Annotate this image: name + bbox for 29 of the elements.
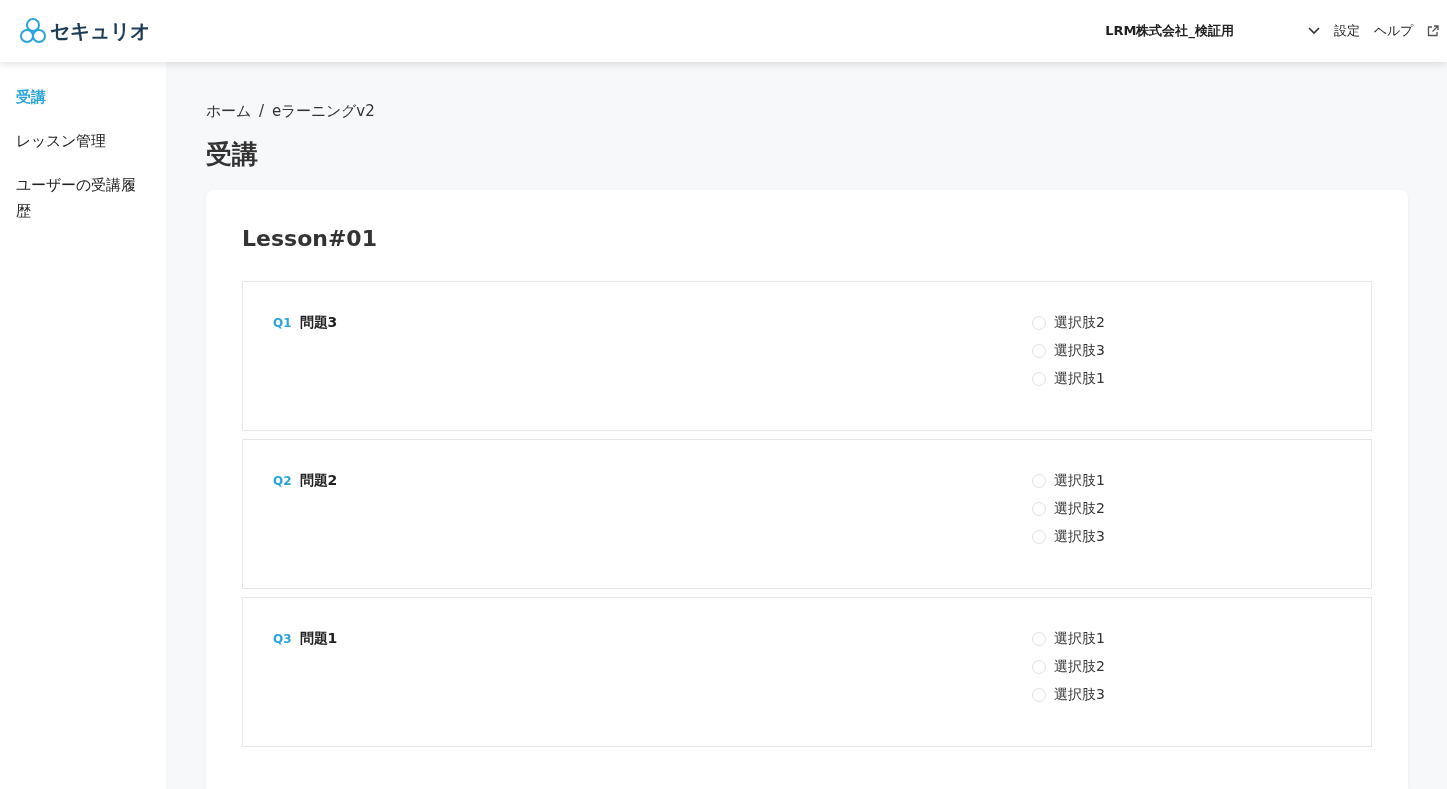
lesson-title: Lesson#01 [242,226,378,251]
option-label[interactable]: 選択肢3 [1054,342,1105,360]
external-link-icon[interactable] [1427,25,1439,37]
sidebar-item[interactable]: レッスン管理 [16,128,166,154]
question-number: Q2 [273,474,292,488]
sidebar-item[interactable]: ユーザーの受講履歴 [16,172,166,224]
question-text: 問題1 [299,630,338,648]
option-label[interactable]: 選択肢2 [1054,658,1105,676]
breadcrumb-separator: / [259,102,265,121]
option-label[interactable]: 選択肢2 [1054,314,1105,332]
question-text: 問題3 [299,314,338,332]
company-name: LRM株式会社_検証用 [1105,22,1234,40]
option-label[interactable]: 選択肢3 [1054,528,1105,546]
question-text: 問題2 [299,472,338,490]
option-label[interactable]: 選択肢3 [1054,686,1105,704]
breadcrumb-link[interactable]: eラーニングv2 [272,102,375,121]
option-label[interactable]: 選択肢1 [1054,472,1105,490]
logo-text[interactable]: セキュリオ [50,17,150,45]
question-number: Q3 [273,632,292,646]
people-logo-icon [20,17,46,45]
help-link[interactable]: ヘルプ [1374,22,1413,40]
chevron-down-icon[interactable] [1308,27,1320,35]
settings-link[interactable]: 設定 [1334,22,1360,40]
option-label[interactable]: 選択肢2 [1054,500,1105,518]
option-label[interactable]: 選択肢1 [1054,630,1105,648]
option-label[interactable]: 選択肢1 [1054,370,1105,388]
question-number: Q1 [273,316,292,330]
breadcrumb-link[interactable]: ホーム [206,102,251,121]
page-title: 受講 [206,138,259,171]
